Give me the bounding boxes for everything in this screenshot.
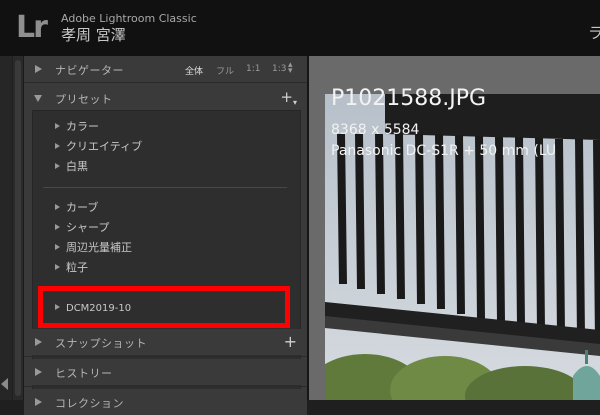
zoom-stepper-icon[interactable]: ▴ ▾ bbox=[288, 61, 293, 76]
photo-preview bbox=[325, 94, 600, 400]
scrollbar-thumb[interactable] bbox=[15, 60, 21, 396]
expand-triangle-icon[interactable] bbox=[55, 123, 60, 129]
expand-triangle-icon[interactable] bbox=[55, 264, 60, 270]
title-bar: Lr Adobe Lightroom Classic 孝周 宮澤 ラ bbox=[0, 0, 600, 56]
identity-plate-user: 孝周 宮澤 bbox=[61, 26, 126, 44]
zoom-fill-option[interactable]: フル bbox=[216, 64, 234, 77]
photo-dimensions: 8368 x 5584 bbox=[331, 122, 420, 138]
left-panel-edge[interactable] bbox=[0, 56, 12, 400]
zoom-1-1-option[interactable]: 1:1 bbox=[246, 64, 260, 74]
preset-group-creative[interactable]: クリエイティブ bbox=[55, 139, 142, 155]
collapse-triangle-icon[interactable] bbox=[34, 95, 42, 102]
photo-image bbox=[325, 94, 600, 400]
preset-group-sharpen[interactable]: シャープ bbox=[55, 220, 109, 236]
snapshots-title: スナップショット bbox=[55, 337, 147, 350]
preset-group-color[interactable]: カラー bbox=[55, 119, 99, 135]
left-panel-scrollbar[interactable] bbox=[13, 56, 24, 400]
expand-triangle-icon[interactable] bbox=[35, 65, 42, 73]
divider bbox=[43, 187, 287, 188]
expand-triangle-icon[interactable] bbox=[35, 398, 42, 406]
expand-triangle-icon[interactable] bbox=[35, 338, 42, 346]
expand-triangle-icon[interactable] bbox=[55, 244, 60, 250]
history-title: ヒストリー bbox=[55, 367, 113, 380]
preset-group-grain[interactable]: 粒子 bbox=[55, 260, 88, 276]
snapshots-header[interactable]: スナップショット + bbox=[24, 329, 307, 355]
lightroom-logo: Lr bbox=[16, 10, 48, 45]
collections-title: コレクション bbox=[55, 397, 124, 410]
divider bbox=[24, 82, 307, 83]
expand-triangle-icon[interactable] bbox=[35, 368, 42, 376]
add-preset-icon[interactable]: +▾ bbox=[280, 90, 297, 110]
highlight-annotation bbox=[38, 286, 290, 328]
preset-group-curve[interactable]: カーブ bbox=[55, 200, 98, 216]
navigator-header[interactable]: ナビゲーター 全体 フル 1:1 1:3 ▴ ▾ bbox=[24, 56, 307, 82]
presets-header[interactable]: プリセット +▾ bbox=[24, 85, 307, 111]
preset-group-vignette[interactable]: 周辺光量補正 bbox=[55, 240, 132, 256]
zoom-1-3-option[interactable]: 1:3 bbox=[272, 64, 286, 74]
module-picker-library[interactable]: ラ bbox=[588, 22, 600, 43]
expand-triangle-icon[interactable] bbox=[55, 143, 60, 149]
photo-filename: P1021588.JPG bbox=[331, 86, 487, 111]
expand-triangle-icon[interactable] bbox=[55, 224, 60, 230]
left-panel: ナビゲーター 全体 フル 1:1 1:3 ▴ ▾ プリセット +▾ カラー クリエ… bbox=[24, 56, 307, 415]
expand-triangle-icon[interactable] bbox=[55, 163, 60, 169]
app-name: Adobe Lightroom Classic bbox=[61, 12, 197, 25]
navigator-title: ナビゲーター bbox=[55, 64, 124, 77]
divider bbox=[24, 356, 307, 357]
divider bbox=[24, 386, 307, 387]
photo-camera-info: Panasonic DC-S1R + 50 mm (LU bbox=[331, 143, 557, 159]
collections-header[interactable]: コレクション bbox=[24, 389, 307, 415]
expand-triangle-icon[interactable] bbox=[55, 204, 60, 210]
zoom-fit-option[interactable]: 全体 bbox=[185, 64, 203, 77]
add-snapshot-icon[interactable]: + bbox=[284, 334, 297, 350]
collapse-left-panel-icon[interactable] bbox=[1, 378, 8, 390]
history-header[interactable]: ヒストリー bbox=[24, 359, 307, 385]
presets-title: プリセット bbox=[55, 93, 113, 106]
preset-group-bw[interactable]: 白黒 bbox=[55, 159, 88, 175]
